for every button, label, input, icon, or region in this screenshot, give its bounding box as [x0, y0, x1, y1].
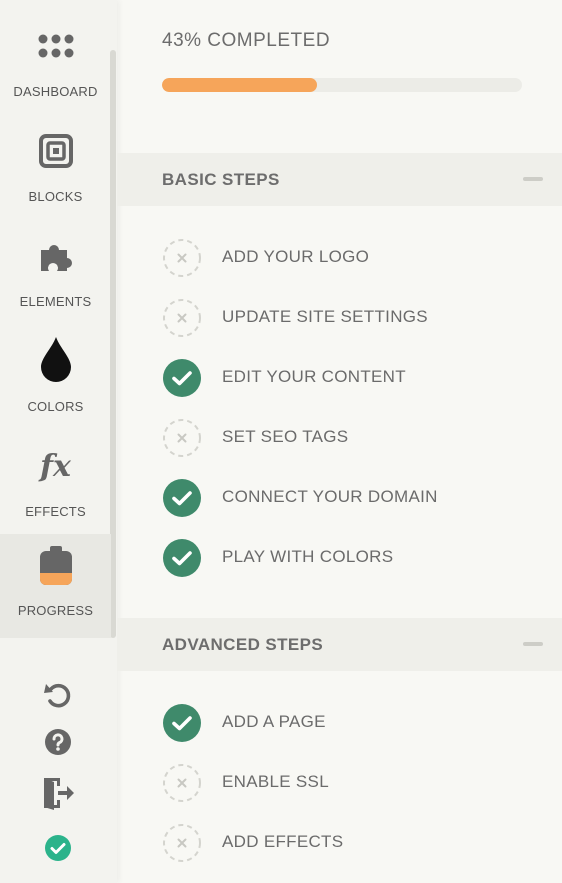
sidebar-item-dashboard[interactable]: DASHBOARD — [0, 14, 111, 118]
puzzle-icon — [0, 236, 111, 276]
collapse-icon[interactable] — [523, 642, 543, 646]
sidebar-item-effects[interactable]: fx EFFECTS — [0, 434, 111, 538]
fx-icon: fx — [0, 446, 111, 486]
checklist-item-label: ADD YOUR LOGO — [222, 247, 370, 266]
sidebar-item-elements[interactable]: ELEMENTS — [0, 224, 111, 328]
progress-bar — [162, 78, 522, 92]
sidebar-item-colors[interactable]: COLORS — [0, 329, 111, 433]
drop-icon — [0, 337, 111, 382]
sidebar-item-progress[interactable]: PROGRESS — [0, 534, 111, 638]
block-square-icon — [0, 131, 111, 171]
exit-door-icon[interactable] — [38, 775, 78, 811]
help-icon[interactable] — [38, 724, 78, 760]
checklist-item[interactable]: ADD A PAGE — [162, 703, 542, 743]
checklist-item[interactable]: CONNECT YOUR DOMAIN — [162, 478, 542, 518]
progress-bar-fill — [162, 78, 317, 92]
checklist-item[interactable]: ADD EFFECTS — [162, 823, 542, 863]
checklist-item-label: ADD EFFECTS — [222, 832, 344, 851]
sidebar-item-label: BLOCKS — [28, 189, 83, 204]
sidebar-item-label: COLORS — [27, 399, 84, 414]
checklist-item-label: SET SEO TAGS — [222, 427, 349, 446]
section-title: BASIC STEPS — [162, 170, 280, 189]
dots-grid-icon — [0, 26, 111, 66]
pending-x-icon — [162, 298, 202, 338]
collapse-icon[interactable] — [523, 177, 543, 181]
sidebar-item-label: EFFECTS — [25, 504, 86, 519]
checklist-item-label: ENABLE SSL — [222, 772, 329, 791]
checklist-item[interactable]: PLAY WITH COLORS — [162, 538, 542, 578]
section-title: ADVANCED STEPS — [162, 635, 324, 654]
progress-percent-text: 43% COMPLETED — [162, 30, 331, 51]
sidebar-item-label: ELEMENTS — [19, 294, 92, 309]
checklist-item-label: EDIT YOUR CONTENT — [222, 367, 406, 386]
clipboard-progress-icon — [0, 546, 111, 586]
pending-x-icon — [162, 763, 202, 803]
checklist-item-label: ADD A PAGE — [222, 712, 326, 731]
checklist-item[interactable]: UPDATE SITE SETTINGS — [162, 298, 542, 338]
checklist-item-label: PLAY WITH COLORS — [222, 547, 394, 566]
checklist-item[interactable]: ADD YOUR LOGO — [162, 238, 542, 278]
checklist-item[interactable]: EDIT YOUR CONTENT — [162, 358, 542, 398]
progress-panel: 43% COMPLETED BASIC STEPS ADD YOUR LOGO U… — [117, 0, 562, 883]
status-check-icon[interactable] — [38, 830, 78, 866]
pending-x-icon — [162, 418, 202, 458]
pending-x-icon — [162, 238, 202, 278]
checklist-item[interactable]: SET SEO TAGS — [162, 418, 542, 458]
checkmark-circle-icon — [162, 358, 202, 398]
pending-x-icon — [162, 823, 202, 863]
fx-glyph: fx — [40, 448, 71, 484]
checkmark-circle-icon — [162, 478, 202, 518]
sidebar-item-label: PROGRESS — [17, 603, 94, 618]
sidebar-item-label: DASHBOARD — [13, 84, 98, 99]
section-header-basic-steps[interactable]: BASIC STEPS — [117, 153, 562, 206]
sidebar: DASHBOARD BLOCKS ELEMENTS COLORS fx EFFE… — [0, 0, 117, 883]
section-header-advanced-steps[interactable]: ADVANCED STEPS — [117, 618, 562, 671]
sidebar-item-blocks[interactable]: BLOCKS — [0, 119, 111, 223]
checklist-item-label: CONNECT YOUR DOMAIN — [222, 487, 438, 506]
checkmark-circle-icon — [162, 538, 202, 578]
checklist-item-label: UPDATE SITE SETTINGS — [222, 307, 428, 326]
checkmark-circle-icon — [162, 703, 202, 743]
undo-icon[interactable] — [38, 677, 78, 713]
checklist-item[interactable]: ENABLE SSL — [162, 763, 542, 803]
